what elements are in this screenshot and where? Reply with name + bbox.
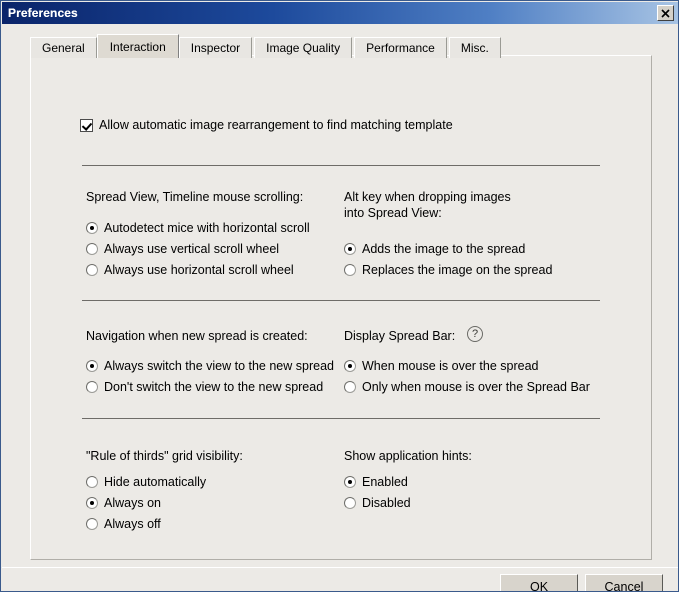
radio-icon[interactable] <box>344 476 356 488</box>
navigation-option-dont-switch[interactable]: Don't switch the view to the new spread <box>86 380 323 394</box>
tab-performance[interactable]: Performance <box>354 37 447 58</box>
radio-icon[interactable] <box>344 381 356 393</box>
tab-image-quality[interactable]: Image Quality <box>254 37 353 58</box>
radio-icon[interactable] <box>86 360 98 372</box>
spread-bar-option-over-bar[interactable]: Only when mouse is over the Spread Bar <box>344 380 590 394</box>
ok-button[interactable]: OK <box>500 574 578 591</box>
scroll-option-vertical[interactable]: Always use vertical scroll wheel <box>86 242 279 256</box>
rule-of-thirds-option-always-off[interactable]: Always off <box>86 517 161 531</box>
spread-bar-option-over-spread[interactable]: When mouse is over the spread <box>344 359 538 373</box>
radio-icon[interactable] <box>344 497 356 509</box>
hints-option-enabled[interactable]: Enabled <box>344 475 408 489</box>
spread-bar-group-heading: Display Spread Bar: <box>344 329 456 343</box>
tab-strip: General Interaction Inspector Image Qual… <box>30 34 503 58</box>
spread-bar-option-label: When mouse is over the spread <box>362 359 539 373</box>
hints-option-label: Enabled <box>362 475 408 489</box>
alt-key-option-replaces[interactable]: Replaces the image on the spread <box>344 263 552 277</box>
alt-key-group-heading: Alt key when dropping images into Spread… <box>344 190 511 220</box>
tab-general[interactable]: General <box>30 37 97 58</box>
radio-icon[interactable] <box>86 264 98 276</box>
radio-icon[interactable] <box>344 360 356 372</box>
dialog-body: General Interaction Inspector Image Qual… <box>2 24 678 591</box>
cancel-button[interactable]: Cancel <box>585 574 663 591</box>
title-bar: Preferences <box>2 2 678 24</box>
rule-of-thirds-option-label: Always on <box>104 496 161 510</box>
footer-divider <box>2 567 678 568</box>
alt-key-option-label: Adds the image to the spread <box>362 242 526 256</box>
radio-icon[interactable] <box>344 264 356 276</box>
navigation-option-label: Always switch the view to the new spread <box>104 359 334 373</box>
radio-icon[interactable] <box>86 222 98 234</box>
separator-1 <box>82 165 600 166</box>
scroll-option-horizontal[interactable]: Always use horizontal scroll wheel <box>86 263 294 277</box>
checkbox-icon[interactable] <box>80 119 93 132</box>
preferences-dialog: Preferences General Interaction Inspecto… <box>0 0 679 592</box>
close-glyph <box>661 8 670 18</box>
tab-misc[interactable]: Misc. <box>448 37 501 58</box>
tab-interaction[interactable]: Interaction <box>96 34 179 58</box>
hints-option-disabled[interactable]: Disabled <box>344 496 411 510</box>
radio-icon[interactable] <box>86 476 98 488</box>
hints-group-heading: Show application hints: <box>344 449 472 463</box>
scroll-option-label: Always use horizontal scroll wheel <box>104 263 294 277</box>
spread-bar-option-label: Only when mouse is over the Spread Bar <box>362 380 590 394</box>
rule-of-thirds-option-label: Hide automatically <box>104 475 207 489</box>
radio-icon[interactable] <box>86 518 98 530</box>
alt-key-option-label: Replaces the image on the spread <box>362 263 553 277</box>
separator-3 <box>82 418 600 419</box>
interaction-panel: Allow automatic image rearrangement to f… <box>30 55 652 560</box>
window-title: Preferences <box>8 6 78 20</box>
rule-of-thirds-option-always-on[interactable]: Always on <box>86 496 161 510</box>
scroll-option-label: Autodetect mice with horizontal scroll <box>104 221 310 235</box>
auto-rearrange-label: Allow automatic image rearrangement to f… <box>99 118 453 132</box>
navigation-option-always-switch[interactable]: Always switch the view to the new spread <box>86 359 334 373</box>
navigation-group-heading: Navigation when new spread is created: <box>86 329 308 343</box>
radio-icon[interactable] <box>86 381 98 393</box>
rule-of-thirds-option-label: Always off <box>104 517 161 531</box>
rule-of-thirds-option-hide[interactable]: Hide automatically <box>86 475 206 489</box>
scroll-option-autodetect[interactable]: Autodetect mice with horizontal scroll <box>86 221 310 235</box>
tab-inspector[interactable]: Inspector <box>178 37 253 58</box>
alt-key-option-adds[interactable]: Adds the image to the spread <box>344 242 525 256</box>
scroll-group-heading: Spread View, Timeline mouse scrolling: <box>86 190 304 204</box>
help-icon[interactable]: ? <box>467 326 483 342</box>
scroll-option-label: Always use vertical scroll wheel <box>104 242 280 256</box>
hints-option-label: Disabled <box>362 496 411 510</box>
auto-rearrange-row[interactable]: Allow automatic image rearrangement to f… <box>80 118 453 132</box>
rule-of-thirds-group-heading: "Rule of thirds" grid visibility: <box>86 449 243 463</box>
separator-2 <box>82 300 600 301</box>
radio-icon[interactable] <box>344 243 356 255</box>
radio-icon[interactable] <box>86 497 98 509</box>
close-icon[interactable] <box>657 5 674 21</box>
radio-icon[interactable] <box>86 243 98 255</box>
navigation-option-label: Don't switch the view to the new spread <box>104 380 324 394</box>
